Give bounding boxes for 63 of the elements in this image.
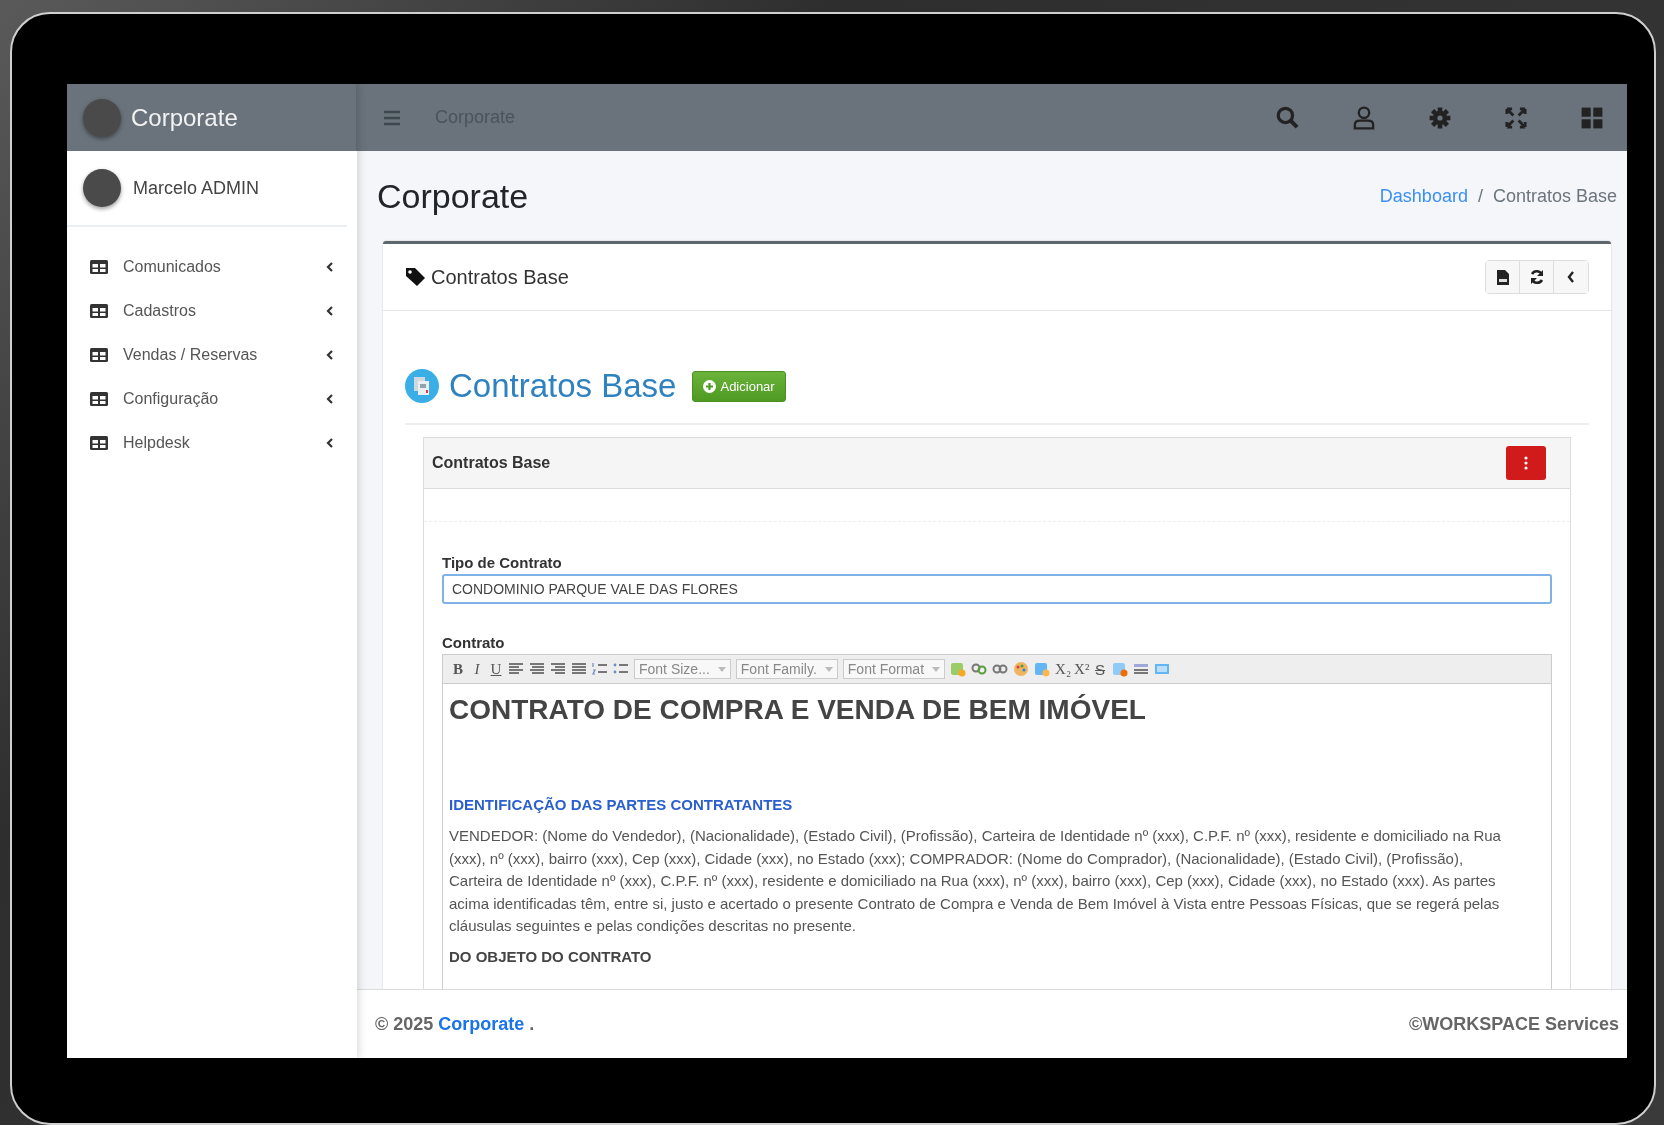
user-avatar xyxy=(83,169,121,207)
sidebar-item[interactable]: Configuração xyxy=(67,377,357,421)
logo-avatar xyxy=(83,98,121,137)
link-icon[interactable] xyxy=(971,661,988,677)
contract-paragraph: VENDEDOR: (Nome do Vendedor), (Nacionalidade), (Estado Civil), (Profissão), Carteira de Identidade nº (xxx), C.P.F. nº (xxx), residente e domiciliado na Rua (xxx), nº (xxx), bairro (xxx), Cep (xxx), Cidade (xxx), no Estado (xxx); COMPRADOR: (Nome do Comprador), (Nacionalidade), (Estado Civil), (Profissão), Carteira de Identidade nº (xxx), C.P.F. nº (xxx), residente e domiciliado na Rua (xxx), nº (xxx), bairro (xxx), Cep (xxx), Cidade (xxx), no Estado (xxx). As partes acima identificadas têm, entre si, justo e acertado o presente Contrato de Compra e Venda de Bem Imóvel à Vista entre Pessoas Físicas, que se regerá pelas cláusulas seguintes e pelas condições descritas no presente. xyxy=(449,826,1502,936)
panel-title: Contratos Base xyxy=(432,454,551,472)
page-title: Corporate xyxy=(377,176,529,216)
table-icon xyxy=(89,346,109,364)
dropdown-arrow-icon xyxy=(717,666,726,672)
copyright-text: © 2025 Corporate . xyxy=(375,1013,535,1035)
subscript-button[interactable]: X₂ xyxy=(1055,660,1070,678)
section-title: Contratos Base xyxy=(449,367,677,405)
search-icon[interactable] xyxy=(1275,104,1301,131)
palette-icon[interactable] xyxy=(1013,661,1030,677)
refresh-button[interactable] xyxy=(1520,261,1554,293)
sidebar-item[interactable]: Vendas / Reservas xyxy=(67,333,357,377)
sidebar-item[interactable]: Comunicados xyxy=(67,245,357,289)
refresh-icon xyxy=(1528,269,1545,285)
align-icon[interactable] xyxy=(529,661,545,677)
footer-credit: ©WORKSPACE Services xyxy=(1409,1013,1619,1035)
export-file-button[interactable] xyxy=(1486,261,1520,293)
format-button[interactable]: U xyxy=(489,660,503,678)
section-subheading: DO OBJETO DO CONTRATO xyxy=(449,947,653,965)
fullscreen-icon[interactable] xyxy=(1503,104,1529,131)
numbered-list-icon[interactable] xyxy=(592,661,608,677)
plus-circle-icon xyxy=(703,379,717,393)
sidebar-item[interactable]: Helpdesk xyxy=(67,421,357,465)
align-icon[interactable] xyxy=(508,661,524,677)
section-heading: IDENTIFICAÇÃO DAS PARTES CONTRATANTES xyxy=(449,796,794,813)
menu-icon[interactable] xyxy=(383,109,401,126)
documents-icon xyxy=(405,369,439,403)
user-name: Marcelo ADMIN xyxy=(133,177,260,199)
chevron-left-icon xyxy=(1566,270,1576,284)
align-icon[interactable] xyxy=(571,661,587,677)
field-label: Contrato xyxy=(442,634,506,651)
table-icon xyxy=(89,434,109,452)
footer-link[interactable]: Corporate xyxy=(438,1013,525,1034)
toolbar-dropdown[interactable]: Font Family. xyxy=(735,659,838,679)
document-title: CONTRATO DE COMPRA E VENDA DE BEM IMÓVEL xyxy=(449,694,1147,726)
strikethrough-button[interactable]: S xyxy=(1093,660,1108,678)
sidebar-item[interactable]: Cadastros xyxy=(67,289,357,333)
card-title: Contratos Base xyxy=(431,265,569,289)
vertical-dots-icon xyxy=(1524,456,1528,470)
horizontal-rule-icon[interactable] xyxy=(1133,661,1150,677)
contract-type-field[interactable]: CONDOMINIO PARQUE VALE DAS FLORES xyxy=(442,574,1552,604)
format-button[interactable]: B xyxy=(451,660,465,678)
dropdown-arrow-icon xyxy=(824,666,833,672)
table-icon xyxy=(89,390,109,408)
breadcrumb-current: Contratos Base xyxy=(1492,185,1617,207)
collapse-button[interactable] xyxy=(1554,261,1588,293)
format-button[interactable]: I xyxy=(470,660,484,678)
align-icon[interactable] xyxy=(550,661,566,677)
brand-name: Corporate xyxy=(131,103,238,132)
breadcrumb-separator: / xyxy=(1477,185,1483,207)
toolbar-dropdown[interactable]: Font Size... xyxy=(634,659,731,679)
user-icon[interactable] xyxy=(1351,104,1377,131)
field-label: Tipo de Contrato xyxy=(442,554,563,571)
tag-icon xyxy=(405,267,427,287)
dropdown-arrow-icon xyxy=(932,666,941,672)
table-icon xyxy=(89,302,109,320)
file-icon xyxy=(1496,269,1509,285)
superscript-button[interactable]: X² xyxy=(1074,660,1089,678)
table-icon xyxy=(89,258,109,276)
